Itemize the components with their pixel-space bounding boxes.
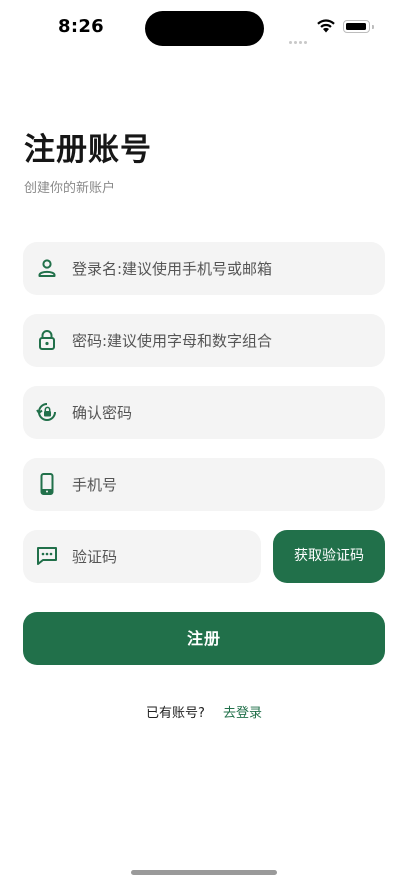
wifi-icon (317, 19, 335, 33)
login-question: 已有账号? (145, 706, 205, 721)
signal-icon (289, 29, 309, 48)
phone-input[interactable] (72, 458, 372, 511)
verification-code-field[interactable] (23, 530, 261, 583)
phone-field[interactable] (23, 458, 385, 511)
message-icon (37, 547, 57, 565)
register-button[interactable]: 注册 (23, 612, 385, 665)
login-prompt: 已有账号? 去登录 (0, 702, 408, 721)
password-input[interactable] (72, 314, 372, 367)
username-input[interactable] (72, 242, 372, 295)
confirm-password-field[interactable] (23, 386, 385, 439)
lock-reset-icon (36, 403, 56, 421)
verification-code-input[interactable] (72, 530, 252, 583)
password-field[interactable] (23, 314, 385, 367)
dynamic-island (145, 11, 264, 46)
get-code-button[interactable]: 获取验证码 (273, 530, 385, 583)
go-login-link[interactable]: 去登录 (223, 706, 262, 721)
page-subtitle: 创建你的新账户 (24, 181, 116, 196)
status-bar: 8:26 (0, 0, 408, 56)
home-indicator[interactable] (131, 870, 277, 875)
phone-icon (40, 473, 54, 495)
confirm-password-input[interactable] (72, 386, 372, 439)
username-field[interactable] (23, 242, 385, 295)
page-title: 注册账号 (24, 132, 152, 168)
person-icon (38, 259, 56, 277)
battery-icon (343, 20, 374, 33)
lock-icon (39, 330, 55, 350)
status-time: 8:26 (58, 16, 104, 37)
